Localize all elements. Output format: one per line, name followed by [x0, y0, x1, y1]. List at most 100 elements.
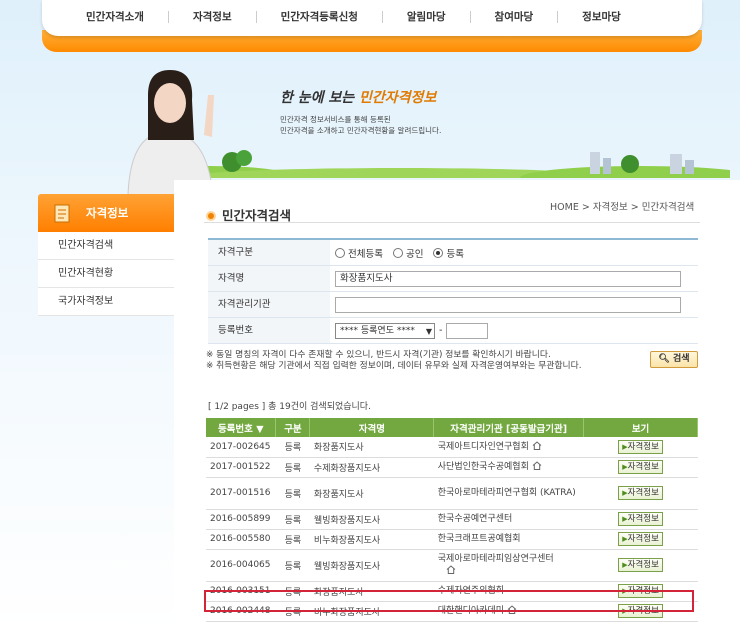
- table-row: 2017-001516 등록 화장품지도사 한국아로마테라피연구협회 (KATR…: [206, 477, 698, 510]
- cell-name: 수제화장품지도사: [309, 457, 434, 478]
- home-icon[interactable]: [446, 565, 456, 574]
- view-label: 자격정보: [627, 514, 659, 524]
- search-icon: 🔍︎: [658, 354, 670, 364]
- org-input[interactable]: [335, 296, 681, 313]
- search-button[interactable]: 🔍︎ 검색: [650, 351, 698, 368]
- cell-regno: 2016-005899: [206, 509, 276, 530]
- radio-checked-icon[interactable]: [433, 247, 444, 258]
- main-content: 민간자격검색 HOME > 자격정보 > 민간자격검색 자격구분 전체등록 공인…: [174, 180, 740, 631]
- cell-name: 웰빙화장품지도사: [309, 549, 434, 582]
- col-header-org: 자격관리기관 [공동발급기관]: [433, 418, 585, 437]
- name-input[interactable]: 화장품지도사: [335, 270, 681, 287]
- left-sidebar: 자격정보 민간자격검색 민간자격현황 국가자격정보: [38, 194, 174, 316]
- cell-type: 등록: [275, 529, 310, 550]
- view-label: 자격정보: [627, 534, 659, 544]
- search-button-label: 검색: [673, 354, 690, 364]
- cell-name: 화장품지도사: [309, 477, 434, 510]
- regno-year-value: **** 등록연도 ****: [340, 325, 415, 336]
- dash-separator: -: [439, 325, 443, 336]
- view-info-button[interactable]: ▶자격정보: [618, 486, 663, 500]
- highlight-box: [204, 590, 694, 612]
- cell-regno: 2016-005580: [206, 529, 276, 550]
- radio-circle-icon[interactable]: [392, 247, 403, 258]
- cell-regno: 2017-002645: [206, 437, 276, 458]
- form-row-name: 자격명 화장품지도사: [208, 266, 698, 292]
- table-row: 2016-005899 등록 웰빙화장품지도사 한국수공예연구센터 ▶자격정보: [206, 509, 698, 530]
- table-row: 2017-002645 등록 화장품지도사 국제아트디자인연구협회 ▶자격정보: [206, 437, 698, 458]
- cell-type: 등록: [275, 457, 310, 478]
- home-icon[interactable]: [532, 441, 542, 450]
- col-header-name: 자격명: [309, 418, 435, 437]
- nav-item-participate[interactable]: 참여마당: [469, 11, 558, 23]
- cell-regno: 2017-001516: [206, 477, 276, 510]
- banner-headline: 한 눈에 보는 민간자격정보: [280, 87, 436, 107]
- cell-type: 등록: [275, 437, 310, 458]
- nav-item-infocenter[interactable]: 정보마당: [557, 11, 645, 23]
- view-label: 자격정보: [627, 488, 659, 498]
- landscape-illustration: [170, 150, 730, 178]
- radio-all-label: 전체등록: [348, 248, 383, 260]
- view-info-button[interactable]: ▶자격정보: [618, 558, 663, 572]
- sidebar-item-national[interactable]: 국가자격정보: [38, 288, 174, 316]
- home-icon[interactable]: [532, 461, 542, 470]
- sidebar-item-search[interactable]: 민간자격검색: [38, 232, 174, 260]
- form-row-regno: 등록번호 **** 등록연도 **** ▼ -: [208, 318, 698, 344]
- cell-regno: 2017-001522: [206, 457, 276, 478]
- nav-item-intro[interactable]: 민간자격소개: [60, 11, 168, 23]
- table-row: 2017-001522 등록 수제화장품지도사 사단법인한국수공예협회 ▶자격정…: [206, 457, 698, 478]
- cell-name: 화장품지도사: [309, 437, 434, 458]
- cell-view: ▶자격정보: [583, 529, 698, 550]
- headline-highlight: 민간자격정보: [359, 90, 437, 106]
- document-icon: [54, 204, 70, 223]
- radio-registered[interactable]: 등록: [433, 246, 464, 260]
- org-label: 자격관리기관: [208, 292, 330, 317]
- cell-type: 등록: [275, 477, 310, 510]
- breadcrumb[interactable]: HOME > 자격정보 > 민간자격검색: [550, 199, 694, 213]
- cell-regno: 2016-004065: [206, 549, 276, 582]
- radio-certified[interactable]: 공인: [392, 246, 423, 260]
- banner-desc-line1: 민간자격 정보서비스를 통해 등록된: [280, 115, 391, 124]
- title-bullet-icon: [206, 211, 216, 221]
- regno-year-select[interactable]: **** 등록연도 **** ▼: [335, 322, 435, 339]
- nav-item-register[interactable]: 민간자격등록신청: [255, 11, 382, 23]
- table-row: 2016-005580 등록 비누화장품지도사 한국크래프트공예협회 ▶자격정보: [206, 529, 698, 550]
- cell-org: 한국수공예연구센터: [433, 509, 584, 530]
- view-info-button[interactable]: ▶자격정보: [618, 460, 663, 474]
- cell-name: 웰빙화장품지도사: [309, 509, 434, 530]
- model-photo: [127, 70, 214, 195]
- col-header-type: 구분: [275, 418, 311, 437]
- org-text: 국제아로마테라피임상연구센터: [437, 554, 554, 564]
- view-label: 자격정보: [627, 441, 659, 452]
- radio-circle-icon[interactable]: [335, 247, 345, 258]
- banner-description: 민간자격 정보서비스를 통해 등록된 민간자격을 소개하고 민간자격현황을 알려…: [280, 114, 520, 136]
- cell-org: 사단법인한국수공예협회: [433, 457, 584, 478]
- view-info-button[interactable]: ▶자격정보: [618, 439, 663, 454]
- sidebar-item-status[interactable]: 민간자격현황: [38, 260, 174, 288]
- result-count: [ 1/2 pages ] 총 19건이 검색되었습니다.: [208, 402, 371, 412]
- form-row-type: 자격구분 전체등록 공인 등록: [208, 240, 698, 266]
- cell-type: 등록: [275, 509, 310, 530]
- cell-view: ▶자격정보: [583, 509, 698, 530]
- sidebar-menu: 민간자격검색 민간자격현황 국가자격정보: [38, 232, 174, 316]
- cell-view: ▶자격정보: [583, 549, 698, 582]
- notice-line2: ※ 취득현황은 해당 기관에서 직접 입력한 정보이며, 데이터 유무와 실제 …: [206, 361, 582, 371]
- notice-text: ※ 동일 명칭의 자격이 다수 존재할 수 있으니, 반드시 자격(기관) 정보…: [206, 350, 582, 372]
- view-info-button[interactable]: ▶자격정보: [618, 532, 663, 546]
- cell-view: ▶자격정보: [583, 437, 698, 458]
- nav-item-info[interactable]: 자격정보: [167, 11, 256, 23]
- radio-all[interactable]: 전체등록: [335, 246, 383, 260]
- top-navigation: 민간자격소개 자격정보 민간자격등록신청 알림마당 참여마당 정보마당: [0, 0, 740, 52]
- regno-number-input[interactable]: [446, 322, 489, 339]
- cell-org: 국제아로마테라피임상연구센터: [433, 549, 584, 582]
- nav-menu: 민간자격소개 자격정보 민간자격등록신청 알림마당 참여마당 정보마당: [60, 11, 645, 23]
- cell-org: 국제아트디자인연구협회: [433, 437, 584, 458]
- view-info-button[interactable]: ▶자격정보: [618, 512, 663, 526]
- title-divider: [204, 222, 700, 223]
- col-header-regno[interactable]: 등록번호 ▼: [206, 418, 277, 437]
- headline-prefix: 한 눈에 보는: [280, 90, 360, 106]
- view-label: 자격정보: [627, 560, 659, 570]
- nav-item-notice[interactable]: 알림마당: [381, 11, 470, 23]
- banner-desc-line2: 민간자격을 소개하고 민간자격현황을 알려드립니다.: [280, 126, 442, 135]
- org-text: 사단법인한국수공예협회: [437, 462, 529, 472]
- sidebar-header: 자격정보: [38, 194, 174, 232]
